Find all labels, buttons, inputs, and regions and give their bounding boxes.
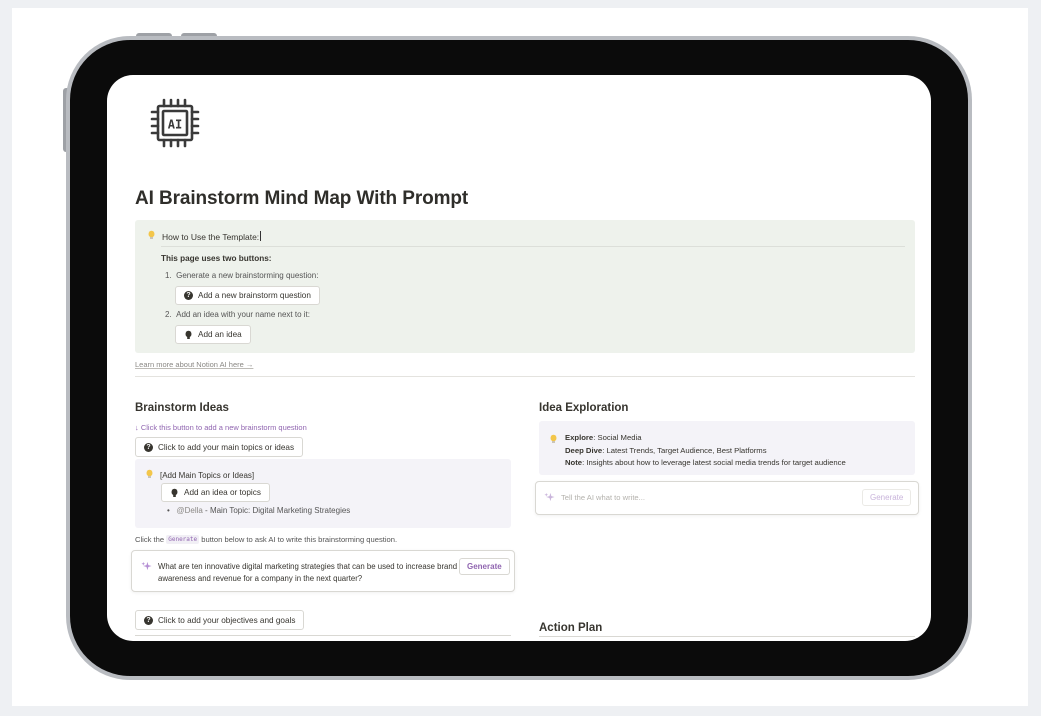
brainstorm-hint: ↓ Click this button to add a new brainst… (135, 423, 307, 432)
generate-instructions: Click the Generate button below to ask A… (135, 535, 397, 544)
list-item: • @Della - Main Topic: Digital Marketing… (167, 506, 351, 515)
question-circle-icon: ? (144, 442, 153, 452)
main-topics-callout: [Add Main Topics or Ideas] Add an idea o… (135, 459, 511, 528)
question-circle-icon: ? (184, 291, 193, 300)
tablet-screen: AI AI Brainstorm Mind Map With Prompt Ho… (107, 75, 931, 641)
explore-line: Explore: Social Media (565, 432, 846, 445)
step-2-label: Add an idea with your name next to it: (176, 310, 310, 319)
step-2-text: 2. Add an idea with your name next to it… (165, 310, 310, 319)
idea-exploration-heading: Idea Exploration (539, 402, 629, 414)
page-title: AI Brainstorm Mind Map With Prompt (135, 188, 469, 209)
explore-value: : Social Media (593, 433, 642, 442)
step-1-label: Generate a new brainstorming question: (176, 271, 319, 280)
notion-page: AI AI Brainstorm Mind Map With Prompt Ho… (131, 75, 919, 641)
section-divider (135, 376, 915, 377)
add-objectives-button[interactable]: ? Click to add your objectives and goals (135, 610, 305, 630)
generate-code-tag: Generate (166, 535, 200, 544)
step-1-text: 1. Generate a new brainstorming question… (165, 271, 318, 280)
main-topics-title: [Add Main Topics or Ideas] (160, 471, 255, 480)
action-plan-heading: Action Plan (539, 622, 603, 634)
add-brainstorm-question-label: Add a new brainstorm question (198, 291, 311, 300)
question-circle-icon: ? (144, 615, 153, 625)
ai-prompt-text: What are ten innovative digital marketin… (158, 562, 458, 583)
how-to-title: How to Use the Template: (162, 232, 260, 242)
step-2-number: 2. (165, 310, 172, 319)
how-to-title-row[interactable]: How to Use the Template: (147, 230, 262, 242)
ai-prompt-block[interactable]: What are ten innovative digital marketin… (131, 550, 515, 592)
bulb-wrapper (549, 431, 558, 449)
main-topics-title-row[interactable]: [Add Main Topics or Ideas] (145, 469, 254, 480)
svg-text:AI: AI (168, 118, 182, 132)
generate-button-disabled[interactable]: Generate (862, 489, 912, 506)
gen-note-prefix: Click the (135, 535, 167, 544)
lightbulb-icon (550, 434, 557, 443)
note-line: Note: Insights about how to leverage lat… (565, 457, 846, 470)
brainstorm-ideas-heading: Brainstorm Ideas (135, 402, 229, 414)
section-border (539, 636, 915, 637)
add-brainstorm-question-button[interactable]: ? Add a new brainstorm question (175, 286, 320, 305)
text-cursor (260, 231, 262, 241)
lightbulb-icon (146, 469, 153, 478)
how-to-intro: This page uses two buttons: (161, 254, 272, 263)
sparkle-icon (544, 492, 555, 502)
lightbulb-icon (185, 330, 192, 339)
ai-chip-icon: AI (150, 98, 200, 148)
bullet-text: - Main Topic: Digital Marketing Strategi… (202, 506, 351, 515)
how-to-callout: How to Use the Template: This page uses … (135, 220, 915, 353)
add-main-topics-button[interactable]: ? Click to add your main topics or ideas (135, 437, 304, 457)
lightbulb-icon (171, 488, 178, 497)
generate-label: Generate (870, 493, 904, 502)
add-idea-button[interactable]: Add an idea (175, 325, 251, 344)
callout-divider (161, 246, 905, 247)
explore-label: Explore (565, 433, 594, 442)
add-idea-or-topics-label: Add an idea or topics (184, 488, 261, 497)
exploration-lines: Explore: Social Media Deep Dive: Latest … (565, 432, 846, 470)
add-main-topics-label: Click to add your main topics or ideas (158, 442, 295, 452)
deep-dive-label: Deep Dive (565, 445, 603, 455)
sparkle-icon (141, 561, 152, 571)
exploration-callout: Explore: Social Media Deep Dive: Latest … (539, 421, 915, 475)
section-border (135, 635, 511, 636)
note-value: : Insights about how to leverage latest … (582, 458, 846, 467)
gen-note-suffix: button below to ask AI to write this bra… (199, 535, 398, 544)
note-label: Note (565, 458, 583, 467)
add-objectives-label: Click to add your objectives and goals (158, 615, 296, 625)
generate-button[interactable]: Generate (459, 558, 510, 575)
learn-more-link[interactable]: Learn more about Notion AI here → (135, 360, 253, 369)
generate-label: Generate (467, 562, 502, 571)
lightbulb-icon (148, 230, 155, 239)
ai-input-block[interactable]: Tell the AI what to write... Generate (535, 481, 919, 515)
deep-dive-line: Deep Dive: Latest Trends, Target Audienc… (565, 445, 846, 458)
user-mention[interactable]: @Della (176, 506, 202, 515)
add-idea-label: Add an idea (198, 330, 242, 339)
ai-input-placeholder[interactable]: Tell the AI what to write... (561, 493, 645, 502)
deep-dive-value: : Latest Trends, Target Audience, Best P… (602, 445, 767, 455)
add-idea-or-topics-button[interactable]: Add an idea or topics (161, 483, 270, 502)
step-1-number: 1. (165, 271, 172, 280)
